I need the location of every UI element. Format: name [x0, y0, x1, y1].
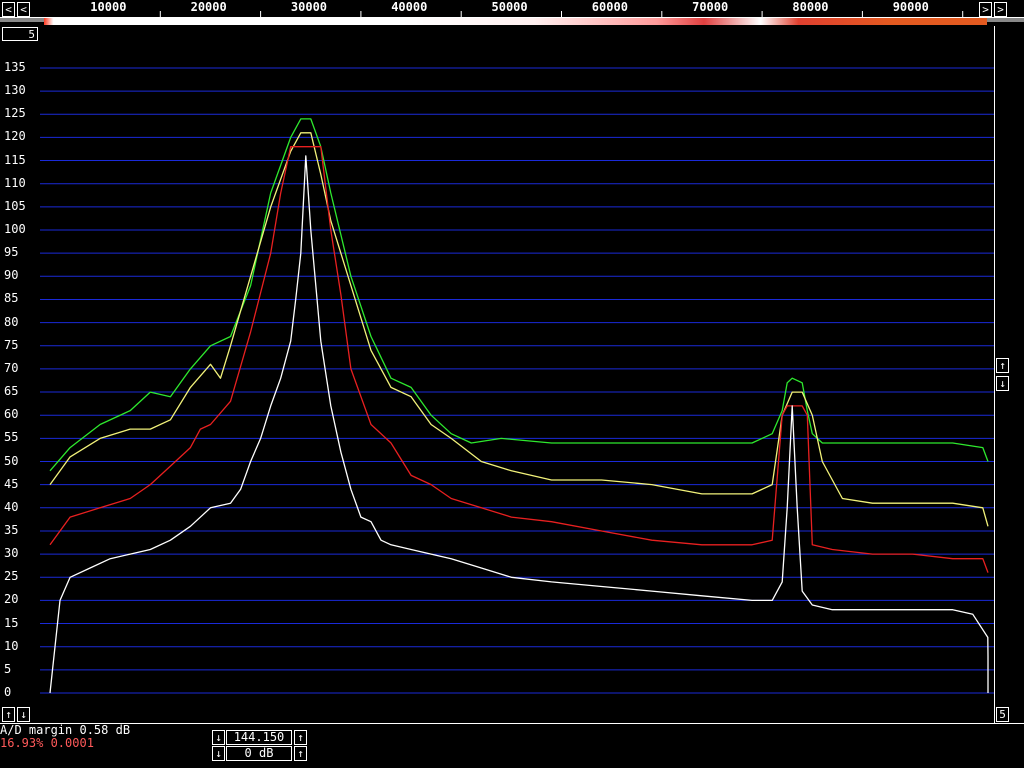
freq-down-button[interactable]: ↓ — [212, 730, 225, 745]
gain-value: 0 dB — [244, 746, 274, 760]
db-axis-label: 125 — [4, 106, 26, 121]
db-axis-label: 135 — [4, 59, 26, 74]
scroll-left-button[interactable]: < — [2, 2, 15, 17]
frequency-tick-label: 60000 — [591, 0, 628, 14]
scroll-left-fast-button[interactable]: < — [17, 2, 30, 17]
gain-field[interactable]: 0 dB — [226, 746, 292, 761]
frequency-tick-label: 10000 — [90, 0, 127, 14]
db-axis-label: 60 — [4, 407, 19, 422]
freq-up-button[interactable]: ↑ — [294, 730, 307, 745]
frequency-value: 144.150 — [233, 730, 285, 744]
frequency-tick-label: 90000 — [892, 0, 929, 14]
db-axis-label: 110 — [4, 175, 26, 190]
bottom-left-up-button[interactable]: ↑ — [2, 707, 15, 722]
frequency-tick-label: 40000 — [391, 0, 428, 14]
plot-frame — [40, 26, 995, 723]
frequency-field[interactable]: 144.150 — [226, 730, 292, 745]
db-axis-label: 130 — [4, 83, 26, 98]
db-axis-label: 85 — [4, 291, 19, 306]
db-axis-label: 20 — [4, 592, 19, 607]
frequency-tick-label: 20000 — [190, 0, 227, 14]
status-panel: A/D margin 0.58 dB 16.93% 0.0001 — [0, 724, 130, 750]
gain-up-button[interactable]: ↑ — [294, 746, 307, 761]
frequency-tick-label: 80000 — [792, 0, 829, 14]
bottom-left-down-button[interactable]: ↓ — [17, 707, 30, 722]
db-axis-label: 100 — [4, 222, 26, 236]
db-axis-label: 95 — [4, 245, 19, 260]
db-axis-label: 5 — [4, 661, 12, 676]
db-axis-label: 55 — [4, 430, 19, 445]
averaging-value: 5 — [28, 28, 35, 41]
db-axis-label: 35 — [4, 522, 19, 537]
cpu-load-text: 16.93% 0.0001 — [0, 736, 94, 750]
db-axis-label: 120 — [4, 129, 26, 144]
gain-down-button[interactable]: ↓ — [212, 746, 225, 761]
frequency-tick-label: 30000 — [290, 0, 328, 14]
db-axis-label: 75 — [4, 337, 19, 352]
level-down-button[interactable]: ↓ — [996, 376, 1009, 391]
frequency-tick-label: 50000 — [491, 0, 528, 14]
db-axis-label: 45 — [4, 476, 19, 491]
frequency-gain-control: ↓ 144.150 ↑ ↓ 0 dB ↑ — [212, 730, 308, 762]
db-axis-label: 50 — [4, 453, 19, 468]
frequency-tick-label: 70000 — [692, 0, 729, 14]
range-button[interactable]: 5 — [996, 707, 1009, 722]
db-axis-label: 115 — [4, 152, 26, 167]
scroll-right-button[interactable]: > — [979, 2, 992, 17]
scroll-right-fast-button[interactable]: > — [994, 2, 1007, 17]
db-axis-label: 30 — [4, 546, 19, 561]
db-axis-label: 10 — [4, 638, 19, 653]
averaging-counter[interactable]: 5 — [2, 27, 38, 41]
db-axis-label: 105 — [4, 198, 26, 213]
db-axis-label: 90 — [4, 268, 19, 283]
db-axis-label: 40 — [4, 499, 19, 514]
db-axis-label: 65 — [4, 384, 19, 399]
db-axis-label: 0 — [4, 685, 12, 699]
db-axis-label: 80 — [4, 314, 19, 329]
db-axis-label: 70 — [4, 360, 19, 375]
db-axis-label: 25 — [4, 569, 19, 584]
db-axis-label: 15 — [4, 615, 19, 630]
waterfall-spectrum-strip — [44, 18, 987, 25]
plot-bottom-line — [0, 723, 1024, 724]
level-up-button[interactable]: ↑ — [996, 358, 1009, 373]
